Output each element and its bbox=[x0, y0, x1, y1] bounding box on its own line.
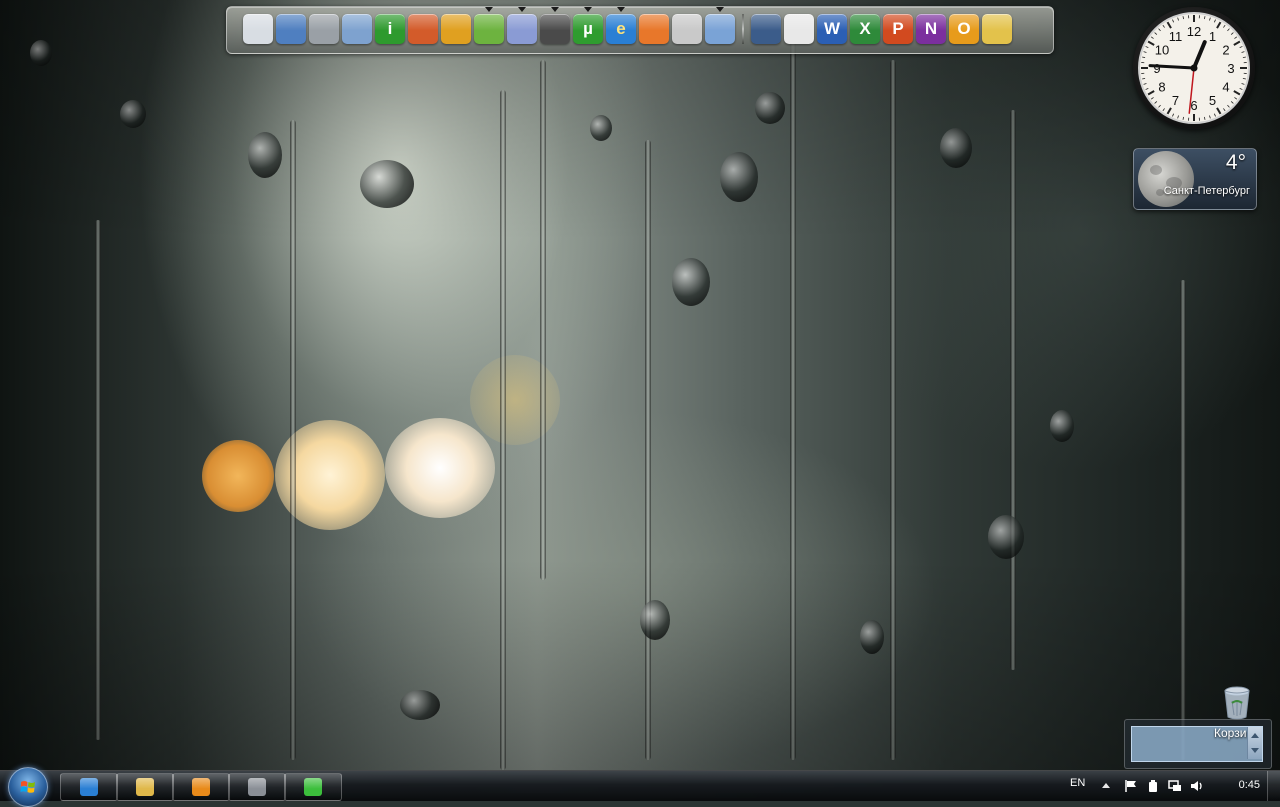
dock-app-10-icon[interactable] bbox=[540, 14, 570, 44]
running-indicator-icon bbox=[584, 7, 592, 12]
dock-app-9-icon[interactable] bbox=[507, 14, 537, 44]
windows-logo-icon bbox=[20, 779, 36, 795]
action-center-flag-icon[interactable] bbox=[1124, 779, 1138, 793]
dock-app-6-icon[interactable] bbox=[408, 14, 438, 44]
recycle-bin-scrollbar[interactable] bbox=[1247, 727, 1262, 759]
dock-app-utorrent-icon[interactable]: µ bbox=[573, 14, 603, 44]
network-icon[interactable] bbox=[1168, 779, 1182, 793]
clock-gadget[interactable]: 123456789101112 bbox=[1133, 7, 1255, 129]
dock-app-powerpoint-icon[interactable]: P bbox=[883, 14, 913, 44]
dock-app-firefox-icon[interactable] bbox=[639, 14, 669, 44]
scroll-up-arrow-icon[interactable] bbox=[1251, 733, 1259, 738]
clock-numeral: 12 bbox=[1187, 24, 1201, 39]
weather-temperature: 4° bbox=[1226, 151, 1246, 175]
taskbar-internet-explorer-icon bbox=[80, 778, 98, 796]
clock-numeral: 2 bbox=[1222, 43, 1229, 58]
clock-numeral: 1 bbox=[1209, 29, 1216, 44]
dock-app-15-icon[interactable] bbox=[705, 14, 735, 44]
taskbar-media-player-icon bbox=[192, 778, 210, 796]
taskbar-explorer-button[interactable] bbox=[116, 773, 174, 801]
clock-numeral: 11 bbox=[1169, 29, 1183, 44]
dock-app-excel-icon[interactable]: X bbox=[850, 14, 880, 44]
taskbar-app-5-button[interactable] bbox=[284, 773, 342, 801]
scroll-down-arrow-icon[interactable] bbox=[1251, 748, 1259, 753]
dock-icon-glyph: N bbox=[925, 19, 937, 39]
system-tray: EN 0:45 bbox=[1050, 771, 1280, 801]
clock-numeral: 3 bbox=[1227, 61, 1234, 76]
dock-app-18-icon[interactable] bbox=[784, 14, 814, 44]
taskbar-app-4-icon bbox=[248, 778, 266, 796]
dock-app-17-icon[interactable] bbox=[751, 14, 781, 44]
dock-app-24-icon[interactable] bbox=[982, 14, 1012, 44]
volume-icon[interactable] bbox=[1190, 779, 1204, 793]
dock-icon-glyph: X bbox=[859, 19, 870, 39]
clock-face: 123456789101112 bbox=[1133, 7, 1255, 129]
recycle-bin-icon[interactable] bbox=[1222, 685, 1252, 721]
running-indicator-icon bbox=[551, 7, 559, 12]
dock-icon-glyph: i bbox=[388, 19, 393, 39]
clock-numeral: 9 bbox=[1153, 61, 1160, 76]
taskbar-app-5-icon bbox=[304, 778, 322, 796]
dock-icons: i µ e WX P NO bbox=[243, 14, 1012, 44]
clock-numeral: 4 bbox=[1222, 80, 1229, 95]
dock-app-onenote-icon[interactable]: N bbox=[916, 14, 946, 44]
dock-app-3-icon[interactable] bbox=[309, 14, 339, 44]
dock-app-2-icon[interactable] bbox=[276, 14, 306, 44]
dock-separator bbox=[742, 14, 744, 44]
dock-app-4-icon[interactable] bbox=[342, 14, 372, 44]
dock-app-1-icon[interactable] bbox=[243, 14, 273, 44]
clock-numeral: 7 bbox=[1172, 93, 1179, 108]
dock-icon-glyph: P bbox=[892, 19, 903, 39]
show-hidden-icons-icon[interactable] bbox=[1102, 783, 1110, 788]
desktop-wallpaper bbox=[0, 0, 1280, 800]
running-indicator-icon bbox=[617, 7, 625, 12]
dock-app-7-icon[interactable] bbox=[441, 14, 471, 44]
start-button[interactable] bbox=[8, 767, 48, 807]
clock-numeral: 5 bbox=[1209, 93, 1216, 108]
taskbar-media-player-button[interactable] bbox=[172, 773, 230, 801]
dock-app-info-icon[interactable]: i bbox=[375, 14, 405, 44]
dock-app-word-icon[interactable]: W bbox=[817, 14, 847, 44]
quick-launch-dock: i µ e WX P NO bbox=[226, 6, 1054, 54]
dock-app-outlook-icon[interactable]: O bbox=[949, 14, 979, 44]
taskbar-explorer-icon bbox=[136, 778, 154, 796]
taskbar-internet-explorer-button[interactable] bbox=[60, 773, 118, 801]
taskbar-clock[interactable]: 0:45 bbox=[1239, 779, 1260, 791]
running-indicator-icon bbox=[485, 7, 493, 12]
dock-app-internet-explorer-icon[interactable]: e bbox=[606, 14, 636, 44]
clock-numeral: 10 bbox=[1155, 43, 1169, 58]
dock-app-14-icon[interactable] bbox=[672, 14, 702, 44]
clock-numeral: 6 bbox=[1190, 98, 1197, 113]
moon-icon bbox=[1138, 151, 1194, 207]
taskbar: EN 0:45 bbox=[0, 770, 1280, 801]
clock-numeral: 8 bbox=[1158, 80, 1165, 95]
dock-icon-glyph: e bbox=[616, 19, 625, 39]
safely-remove-hardware-icon[interactable] bbox=[1146, 779, 1160, 793]
running-indicator-icon bbox=[716, 7, 724, 12]
taskbar-app-4-button[interactable] bbox=[228, 773, 286, 801]
dock-icon-glyph: O bbox=[957, 19, 970, 39]
language-indicator[interactable]: EN bbox=[1070, 777, 1085, 789]
dock-app-8-icon[interactable] bbox=[474, 14, 504, 44]
dock-icon-glyph: µ bbox=[583, 19, 593, 39]
weather-gadget[interactable]: 4° Санкт-Петербург bbox=[1133, 148, 1257, 210]
weather-city: Санкт-Петербург bbox=[1164, 185, 1250, 197]
show-desktop-button[interactable] bbox=[1267, 771, 1280, 801]
running-indicator-icon bbox=[518, 7, 526, 12]
dock-icon-glyph: W bbox=[824, 19, 840, 39]
